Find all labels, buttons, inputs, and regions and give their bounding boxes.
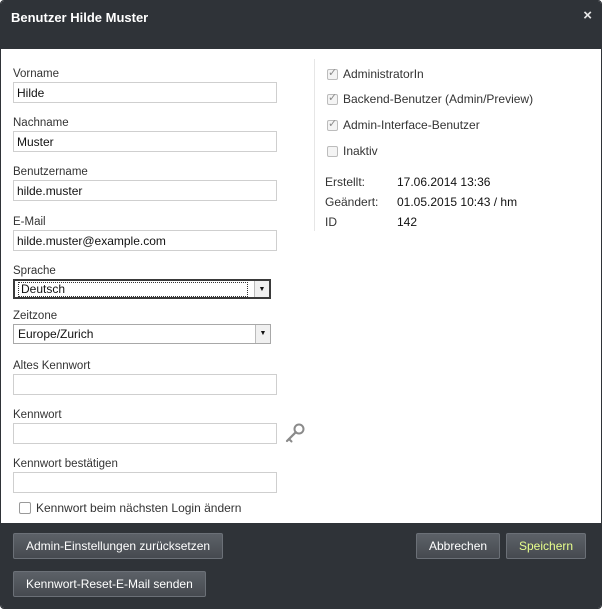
old-password-label: Altes Kennwort	[13, 360, 91, 372]
dialog-title: Benutzer Hilde Muster	[11, 10, 149, 25]
language-select-value: Deutsch	[18, 282, 248, 297]
language-label: Sprache	[13, 265, 56, 277]
password-confirm-input[interactable]	[13, 472, 277, 493]
email-input[interactable]	[13, 230, 277, 251]
password-label: Kennwort	[13, 409, 62, 421]
column-divider	[314, 59, 315, 231]
send-password-reset-email-button[interactable]: Kennwort-Reset-E-Mail senden	[13, 571, 206, 597]
firstname-label: Vorname	[13, 68, 60, 80]
language-select[interactable]: Deutsch ▼	[13, 279, 271, 299]
created-label: Erstellt:	[325, 175, 366, 189]
timezone-label: Zeitzone	[13, 310, 58, 322]
chevron-down-icon[interactable]: ▼	[254, 281, 269, 297]
lastname-label: Nachname	[13, 117, 69, 129]
cancel-button[interactable]: Abbrechen	[416, 533, 501, 559]
id-label: ID	[325, 215, 337, 229]
role-inactive-label: Inaktiv	[343, 144, 378, 158]
created-value: 17.06.2014 13:36	[397, 175, 491, 189]
role-admin-interface-row[interactable]: Admin-Interface-Benutzer	[327, 117, 480, 132]
role-admin-interface-checkbox[interactable]	[327, 117, 338, 131]
role-administrator-checkbox[interactable]	[327, 66, 338, 80]
firstname-input[interactable]	[13, 82, 277, 103]
save-button[interactable]: Speichern	[506, 533, 587, 559]
password-confirm-label: Kennwort bestätigen	[13, 458, 118, 470]
dialog-titlebar: Benutzer Hilde Muster ×	[1, 1, 601, 49]
password-input[interactable]	[13, 423, 277, 444]
role-inactive-checkbox[interactable]	[327, 145, 338, 157]
change-password-next-login-label: Kennwort beim nächsten Login ändern	[36, 501, 242, 515]
timezone-select-value: Europe/Zurich	[18, 327, 94, 341]
role-backend-user-row[interactable]: Backend-Benutzer (Admin/Preview)	[327, 91, 534, 106]
email-label: E-Mail	[13, 216, 46, 228]
role-inactive-row[interactable]: Inaktiv	[327, 144, 378, 158]
change-password-next-login-checkbox[interactable]	[19, 502, 31, 514]
user-dialog: Benutzer Hilde Muster × Vorname Nachname…	[0, 0, 602, 609]
old-password-input[interactable]	[13, 374, 277, 395]
chevron-down-icon[interactable]: ▼	[255, 325, 270, 343]
change-password-next-login-row[interactable]: Kennwort beim nächsten Login ändern	[19, 501, 241, 515]
role-administrator-label: AdministratorIn	[343, 67, 424, 81]
changed-label: Geändert:	[325, 195, 379, 209]
close-icon[interactable]: ×	[583, 6, 592, 26]
role-backend-user-checkbox[interactable]	[327, 91, 338, 105]
role-administrator-row[interactable]: AdministratorIn	[327, 66, 424, 81]
dialog-footer: Admin-Einstellungen zurücksetzen Abbrech…	[1, 523, 601, 608]
role-admin-interface-label: Admin-Interface-Benutzer	[343, 118, 480, 132]
role-backend-user-label: Backend-Benutzer (Admin/Preview)	[343, 92, 534, 106]
timezone-select[interactable]: Europe/Zurich ▼	[13, 324, 271, 344]
key-icon[interactable]	[284, 422, 306, 444]
id-value: 142	[397, 215, 418, 229]
username-input[interactable]	[13, 180, 277, 201]
username-label: Benutzername	[13, 166, 88, 178]
lastname-input[interactable]	[13, 131, 277, 152]
changed-value: 01.05.2015 10:43 / hm	[397, 195, 518, 209]
reset-admin-settings-button[interactable]: Admin-Einstellungen zurücksetzen	[13, 533, 224, 559]
